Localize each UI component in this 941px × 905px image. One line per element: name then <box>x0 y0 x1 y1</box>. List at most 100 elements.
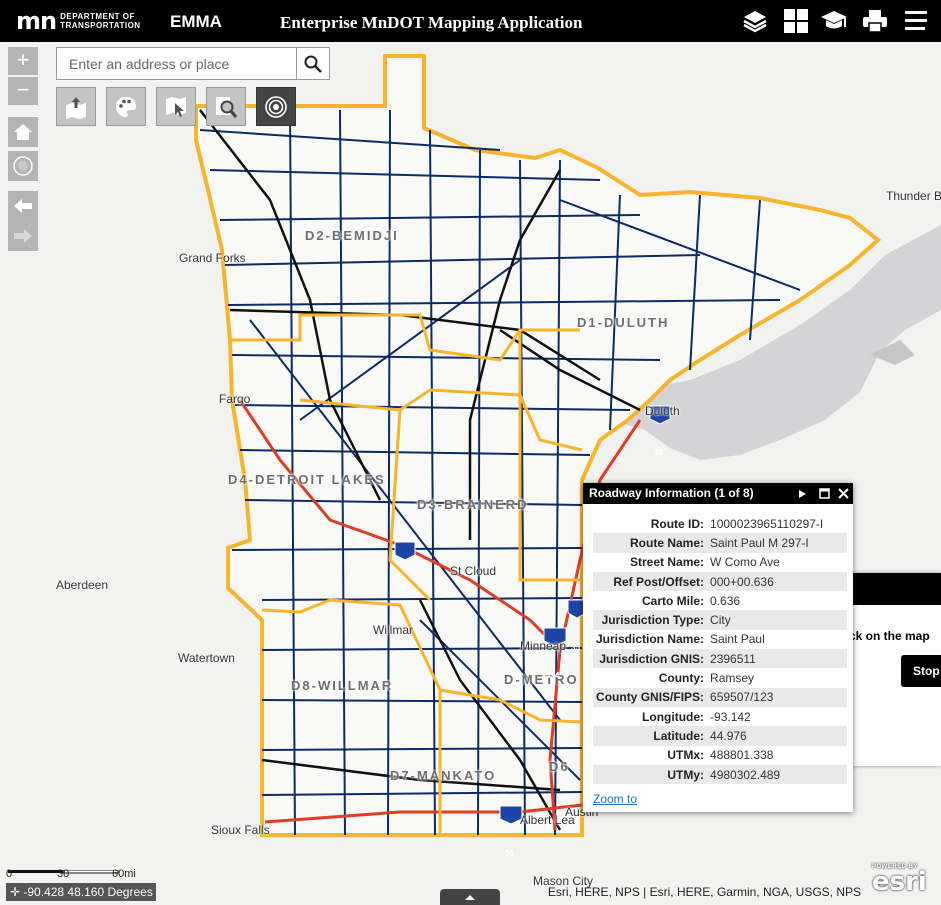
district-label-d8: D8-WILLMAR <box>291 678 394 693</box>
stop-button[interactable]: Stop <box>901 655 941 687</box>
coordinate-text: -90.428 48.160 Degrees <box>23 885 153 899</box>
search-button[interactable] <box>296 48 329 79</box>
attribute-row: UTMy: 4980302.489 <box>593 764 847 785</box>
attr-value: 1000023965110297-I <box>710 516 824 531</box>
bottom-panel-toggle[interactable] <box>440 889 500 905</box>
palette-icon <box>116 96 136 117</box>
target-icon <box>265 95 287 118</box>
arrow-right-icon <box>14 229 32 243</box>
attr-value: 2396511 <box>707 649 847 669</box>
attr-value: Ramsey <box>710 671 755 686</box>
attr-label: County GNIS/FIPS: <box>593 687 708 707</box>
attr-value: Saint Paul M 297-I <box>707 533 847 553</box>
attr-label: Street Name: <box>630 555 705 570</box>
popup-header: Roadway Information (1 of 8) <box>583 483 853 504</box>
attribute-row: UTMx: 488801.338 <box>593 746 847 765</box>
map-search-icon <box>216 96 238 118</box>
mndot-logo[interactable]: mn DEPARTMENT OF TRANSPORTATION <box>16 9 141 33</box>
place-sioux-falls: Sioux Falls <box>211 823 270 837</box>
logo-line1: DEPARTMENT OF <box>60 12 135 21</box>
district-label-d1: D1-DULUTH <box>577 315 670 330</box>
zoom-out-button[interactable]: − <box>8 77 38 105</box>
scale-label-30: 30 <box>57 868 70 880</box>
tool-roadway-info-button[interactable] <box>256 87 296 126</box>
shield-i90: 90 <box>505 849 514 858</box>
attribute-row: Route Name: Saint Paul M 297-I <box>593 533 847 553</box>
attr-value: City <box>707 610 847 630</box>
place-st-cloud: St Cloud <box>450 564 497 578</box>
attribute-row: Street Name: W Como Ave <box>593 553 847 572</box>
home-icon <box>14 124 32 140</box>
arrow-left-icon <box>14 199 32 213</box>
next-feature-icon[interactable] <box>797 483 807 504</box>
attr-value: 659507/123 <box>707 687 847 707</box>
shield-i494: 494 <box>546 671 560 680</box>
place-aberdeen: Aberdeen <box>56 578 109 592</box>
attribute-row: Ref Post/Offset: 000+00.636 <box>593 571 847 592</box>
chevron-up-icon <box>465 895 475 900</box>
tool-add-data-button[interactable] <box>56 87 96 126</box>
home-button[interactable] <box>8 117 38 147</box>
attr-value: Saint Paul <box>710 632 765 647</box>
printer-icon[interactable] <box>860 6 890 36</box>
attr-label: Ref Post/Offset: <box>593 571 708 592</box>
attr-value: 0.636 <box>710 593 741 608</box>
attr-label: Jurisdiction Name: <box>596 632 705 647</box>
attribute-row: Carto Mile: 0.636 <box>593 591 847 610</box>
previous-extent-button[interactable] <box>8 191 38 221</box>
place-minneapolis: Minneap <box>520 639 567 653</box>
district-label-d4: D4-DETROIT LAKES <box>228 472 386 487</box>
place-fargo: Fargo <box>219 392 251 406</box>
attr-label: Route Name: <box>593 533 708 553</box>
maximize-icon[interactable] <box>819 483 830 504</box>
tool-select-button[interactable] <box>156 87 196 126</box>
attr-label: UTMy: <box>593 764 708 785</box>
basemap-grid-icon[interactable] <box>781 6 811 36</box>
district-label-d7: D7-MANKATO <box>390 768 497 783</box>
attr-label: County: <box>658 671 705 686</box>
attr-label: Carto Mile: <box>642 593 705 608</box>
place-grand-forks: Grand Forks <box>179 251 246 265</box>
graduation-cap-icon[interactable] <box>819 6 849 36</box>
map-upload-icon <box>66 96 86 119</box>
next-extent-button[interactable] <box>8 221 38 251</box>
zoom-to-link[interactable]: Zoom to <box>593 792 637 806</box>
attribute-row: Jurisdiction GNIS: 2396511 <box>593 649 847 669</box>
place-thunder-bay: Thunder B <box>886 189 941 203</box>
layers-icon[interactable] <box>740 6 770 36</box>
place-duluth: Duluth <box>645 404 680 418</box>
shield-i35-north: 35 <box>571 643 580 652</box>
district-label-d2: D2-BEMIDJI <box>305 228 399 243</box>
attr-value: 44.976 <box>707 726 847 746</box>
attr-value: 4980302.489 <box>707 764 847 785</box>
place-watertown: Watertown <box>178 651 235 665</box>
search-input[interactable] <box>57 48 296 79</box>
close-icon[interactable] <box>838 483 849 504</box>
search-box <box>56 47 330 80</box>
attr-label: Jurisdiction GNIS: <box>593 649 708 669</box>
map-attribution: Esri, HERE, NPS | Esri, HERE, Garmin, NG… <box>547 885 861 899</box>
attr-label: Jurisdiction Type: <box>593 610 708 630</box>
popup-title: Roadway Information (1 of 8) <box>589 486 754 500</box>
zoom-in-button[interactable]: + <box>8 47 38 75</box>
side-panel-instruction: ck on the map <box>849 629 930 643</box>
scale-label-0: 0 <box>6 868 13 880</box>
app-title: Enterprise MnDOT Mapping Application <box>280 13 583 32</box>
esri-logo: POWERED BY esri <box>872 864 927 897</box>
place-willmar: Willmar <box>373 623 413 637</box>
menu-icon[interactable] <box>901 6 931 36</box>
logo-mark: mn <box>16 7 57 35</box>
app-root: mn DEPARTMENT OF TRANSPORTATION EMMA Ent… <box>0 0 941 905</box>
attr-label: Latitude: <box>593 726 708 746</box>
attr-label: Longitude: <box>642 709 705 724</box>
esri-name: esri <box>872 867 927 897</box>
tool-identify-button[interactable] <box>206 87 246 126</box>
tool-style-button[interactable] <box>106 87 146 126</box>
attribute-table: Route ID: 1000023965110297-I Route Name: S… <box>593 514 847 785</box>
attr-label: UTMx: <box>667 748 705 763</box>
attr-value: 000+00.636 <box>707 571 847 592</box>
touch-select-icon <box>166 96 186 117</box>
attr-value: -93.142 <box>710 709 751 724</box>
district-label-d6: D6 <box>549 759 570 774</box>
locate-button[interactable] <box>8 151 38 181</box>
